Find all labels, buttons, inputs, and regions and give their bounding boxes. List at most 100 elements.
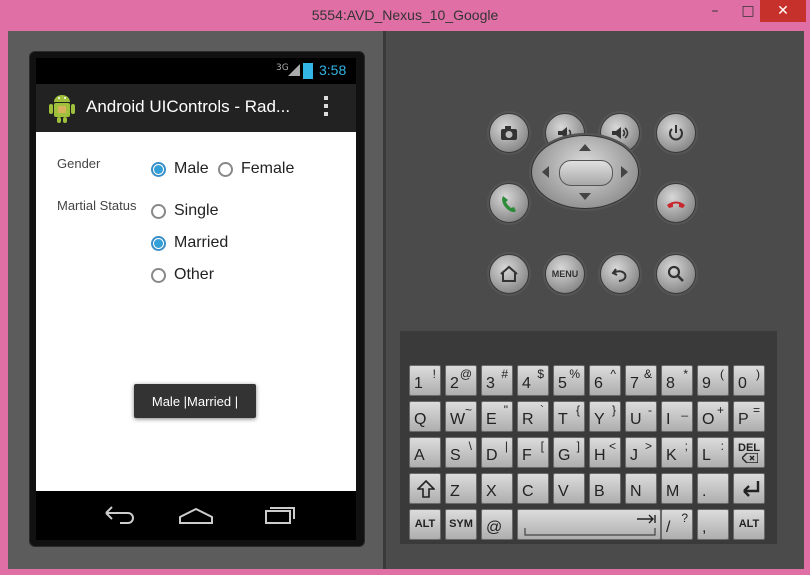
key-u[interactable]: U-: [625, 401, 657, 432]
window-titlebar: 5554:AVD_Nexus_10_Google – □ ✕: [0, 0, 810, 31]
key-w[interactable]: W ~: [445, 401, 477, 432]
key-main: D: [486, 447, 498, 464]
radio-female[interactable]: Female: [218, 160, 294, 178]
key-9[interactable]: 9(: [697, 365, 729, 396]
key-comma[interactable]: ,: [697, 509, 729, 540]
call-icon[interactable]: [489, 183, 529, 223]
key-r[interactable]: R `: [517, 401, 549, 432]
key-main: C: [522, 483, 534, 500]
back-icon[interactable]: [600, 254, 640, 294]
close-button[interactable]: ✕: [760, 0, 806, 22]
key-q[interactable]: Q: [409, 401, 441, 432]
key-main: R: [522, 411, 534, 428]
dpad-center[interactable]: [559, 160, 613, 186]
key-0[interactable]: 0): [733, 365, 765, 396]
end-call-icon[interactable]: [656, 183, 696, 223]
radio-single[interactable]: Single: [151, 202, 218, 220]
dpad-left-icon[interactable]: [542, 166, 549, 178]
key-y[interactable]: Y}: [589, 401, 621, 432]
key-main: SYM: [449, 518, 473, 530]
key-del[interactable]: DEL: [733, 437, 765, 468]
key-shift[interactable]: [409, 473, 441, 504]
shift-icon: [417, 480, 435, 498]
key-main: K: [666, 447, 677, 464]
search-icon[interactable]: [656, 254, 696, 294]
app-content: Gender Male Female Martial Status Single…: [36, 132, 356, 491]
key-alt-left[interactable]: ALT: [409, 509, 441, 540]
key-alt: }: [611, 403, 616, 417]
key-main: 3: [486, 375, 495, 392]
signal-icon: [288, 64, 300, 76]
key-enter[interactable]: [733, 473, 765, 504]
radio-married[interactable]: Married: [151, 234, 228, 252]
key-sym[interactable]: SYM: [445, 509, 477, 540]
key-slash[interactable]: /?: [661, 509, 693, 540]
key-s[interactable]: S \: [445, 437, 477, 468]
key-p[interactable]: P =: [733, 401, 765, 432]
navigation-bar: [36, 491, 356, 540]
key-k[interactable]: K;: [661, 437, 693, 468]
key-5[interactable]: 5%: [553, 365, 585, 396]
dpad-down-icon[interactable]: [579, 193, 591, 200]
key-alt: \: [468, 439, 472, 453]
key-j[interactable]: J >: [625, 437, 657, 468]
key-alt: -: [648, 403, 652, 417]
key-alt: (: [720, 367, 724, 381]
key-main: 4: [522, 375, 531, 392]
android-robot-icon: [49, 95, 75, 123]
maximize-button[interactable]: □: [733, 0, 763, 22]
key-o[interactable]: O +: [697, 401, 729, 432]
camera-icon[interactable]: [489, 113, 529, 153]
key-4[interactable]: 4 $: [517, 365, 549, 396]
key-1[interactable]: 1!: [409, 365, 441, 396]
radio-circle: [151, 267, 166, 283]
key-e[interactable]: E ": [481, 401, 513, 432]
back-icon[interactable]: [98, 501, 138, 529]
key-main: O: [702, 411, 715, 428]
key-alt: |: [504, 439, 508, 453]
key-3[interactable]: 3 #: [481, 365, 513, 396]
key-h[interactable]: H <: [589, 437, 621, 468]
key-main: V: [558, 483, 569, 500]
key-z[interactable]: Z: [445, 473, 477, 504]
key-space[interactable]: [517, 509, 661, 540]
recents-icon[interactable]: [258, 501, 298, 529]
key-7[interactable]: 7 &: [625, 365, 657, 396]
key-8[interactable]: 8 *: [661, 365, 693, 396]
key-period[interactable]: .: [697, 473, 729, 504]
radio-other[interactable]: Other: [151, 266, 214, 284]
radio-male[interactable]: Male: [151, 160, 209, 178]
key-6[interactable]: 6 ^: [589, 365, 621, 396]
key-b[interactable]: B: [589, 473, 621, 504]
key-i[interactable]: I _: [661, 401, 693, 432]
key-n[interactable]: N: [625, 473, 657, 504]
key-v[interactable]: V: [553, 473, 585, 504]
dpad[interactable]: [531, 135, 639, 209]
key-alt: ): [756, 367, 760, 381]
overflow-menu-icon[interactable]: [322, 96, 330, 120]
menu-button[interactable]: MENU: [545, 254, 585, 294]
key-l[interactable]: L:: [697, 437, 729, 468]
key-main: Y: [594, 411, 605, 428]
key-alt: =: [752, 403, 760, 417]
key-x[interactable]: X: [481, 473, 513, 504]
key-2[interactable]: 2 @: [445, 365, 477, 396]
key-at[interactable]: @: [481, 509, 513, 540]
minimize-button[interactable]: –: [700, 0, 730, 22]
key-main: 0: [738, 375, 747, 392]
key-g[interactable]: G]: [553, 437, 585, 468]
key-t[interactable]: T{: [553, 401, 585, 432]
home-icon[interactable]: [489, 254, 529, 294]
key-m[interactable]: M: [661, 473, 693, 504]
key-a[interactable]: A: [409, 437, 441, 468]
dpad-up-icon[interactable]: [579, 144, 591, 151]
key-alt-right[interactable]: ALT: [733, 509, 765, 540]
key-c[interactable]: C: [517, 473, 549, 504]
home-icon[interactable]: [176, 501, 216, 529]
power-icon[interactable]: [656, 113, 696, 153]
pane-divider: [383, 31, 386, 569]
key-d[interactable]: D |: [481, 437, 513, 468]
key-main: P: [738, 411, 749, 428]
dpad-right-icon[interactable]: [621, 166, 628, 178]
key-f[interactable]: F[: [517, 437, 549, 468]
